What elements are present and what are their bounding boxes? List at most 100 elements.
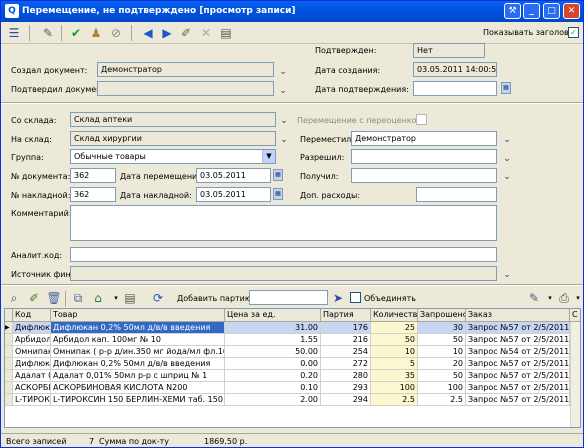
column-header[interactable]: Партия: [321, 309, 371, 322]
chevron-down-icon[interactable]: ⌄: [277, 67, 289, 77]
column-header[interactable]: Количество: [371, 309, 418, 322]
row-marker[interactable]: ▶: [5, 322, 13, 334]
table-cell[interactable]: 50: [418, 334, 466, 346]
brush-icon[interactable]: ✐: [177, 24, 195, 42]
chevron-down-icon[interactable]: ⌄: [278, 116, 290, 126]
trash-icon[interactable]: 🗑: [45, 289, 63, 307]
table-cell[interactable]: 2.5: [418, 394, 466, 406]
table-cell[interactable]: 20: [418, 358, 466, 370]
minimize-button[interactable]: _: [523, 3, 540, 19]
document-icon[interactable]: ▤: [121, 289, 139, 307]
row-marker[interactable]: [5, 358, 13, 370]
table-cell[interactable]: Арбидол: [13, 334, 51, 346]
arrow-right-icon[interactable]: ▶: [158, 24, 176, 42]
row-marker[interactable]: [5, 370, 13, 382]
copy-icon[interactable]: ⧉: [69, 289, 87, 307]
column-header[interactable]: С: [570, 309, 580, 322]
table-cell[interactable]: Омнипак ( р-р д/ин.350 мг йода/мл фл.100…: [51, 346, 225, 358]
table-cell[interactable]: Запрос №54 от 2/5/2011: [466, 346, 570, 358]
table-cell[interactable]: L-ТИРОКСИН 150 БЕРЛИН-ХЕМИ таб. 150 мкг: [51, 394, 225, 406]
add-batch-field[interactable]: [249, 290, 328, 305]
table-cell[interactable]: 100: [418, 382, 466, 394]
revalue-checkbox[interactable]: [416, 114, 427, 125]
home-icon[interactable]: ⌂: [89, 289, 107, 307]
doc-delete-icon[interactable]: ▤: [217, 24, 235, 42]
table-cell[interactable]: АСКОРБИНОВАЯ КИСЛОТА N200: [51, 382, 225, 394]
moved-by-field[interactable]: Демонстратор: [351, 131, 497, 146]
table-cell[interactable]: 10: [371, 346, 418, 358]
comment-field[interactable]: [70, 205, 497, 241]
table-cell[interactable]: Дифлюкан: [13, 358, 51, 370]
column-header[interactable]: Цена за ед.: [225, 309, 321, 322]
table-cell[interactable]: 50.00: [225, 346, 321, 358]
table-cell[interactable]: 272: [321, 358, 371, 370]
table-cell[interactable]: Дифлюкан 0,2% 50мл д/в/в введения: [51, 322, 225, 334]
received-field[interactable]: [351, 168, 497, 183]
check-icon[interactable]: ✔: [67, 24, 85, 42]
table-cell[interactable]: Арбидол кап. 100мг № 10: [51, 334, 225, 346]
table-cell[interactable]: 10: [418, 346, 466, 358]
vertical-scrollbar[interactable]: [570, 322, 580, 427]
table-cell[interactable]: 216: [321, 334, 371, 346]
table-cell[interactable]: 35: [371, 370, 418, 382]
table-cell[interactable]: Запрос №57 от 2/5/2011: [466, 370, 570, 382]
column-header[interactable]: Запрошено: [418, 309, 466, 322]
chevron-down-icon[interactable]: ⌄: [501, 154, 513, 164]
table-cell[interactable]: Адалат 0,01% 50мл р-р с шприц № 1: [51, 370, 225, 382]
delete-icon[interactable]: ✕: [197, 24, 215, 42]
row-marker[interactable]: [5, 394, 13, 406]
table-cell[interactable]: 280: [321, 370, 371, 382]
move-date-field[interactable]: 03.05.2011: [196, 168, 271, 183]
row-marker[interactable]: [5, 382, 13, 394]
tools-button[interactable]: ⚒: [504, 3, 521, 19]
dropdown-arrow-icon[interactable]: ▾: [569, 289, 583, 307]
analytic-code-field[interactable]: [70, 247, 497, 262]
maximize-button[interactable]: □: [543, 3, 560, 19]
menu-icon[interactable]: ☰: [5, 24, 23, 42]
disabled-icon[interactable]: ⊘: [107, 24, 125, 42]
calendar-icon[interactable]: ▦: [273, 169, 283, 181]
table-cell[interactable]: АСКОРБИ: [13, 382, 51, 394]
table-cell[interactable]: Дифлюкан 0,2% 50мл д/в/в введения: [51, 358, 225, 370]
calendar-icon[interactable]: ▦: [501, 82, 511, 94]
stamp-icon[interactable]: ♟: [87, 24, 105, 42]
chevron-down-icon[interactable]: ⌄: [277, 86, 289, 96]
chevron-down-icon[interactable]: ⌄: [501, 135, 513, 145]
table-cell[interactable]: Запрос №57 от 2/5/2011: [466, 394, 570, 406]
invoice-date-field[interactable]: 03.05.2011: [196, 187, 271, 202]
merge-checkbox[interactable]: [350, 292, 361, 303]
table-cell[interactable]: 100: [371, 382, 418, 394]
table-cell[interactable]: 30: [418, 322, 466, 334]
close-button[interactable]: ✕: [563, 3, 580, 19]
brush-icon[interactable]: ✐: [25, 289, 43, 307]
table-cell[interactable]: 2.5: [371, 394, 418, 406]
arrow-left-icon[interactable]: ◀: [139, 24, 157, 42]
extra-costs-field[interactable]: [416, 187, 497, 202]
search-icon[interactable]: ⌕: [5, 289, 23, 307]
invoice-number-field[interactable]: 362: [70, 187, 116, 202]
dropdown-arrow-icon[interactable]: ▼: [262, 150, 275, 163]
table-cell[interactable]: 50: [371, 334, 418, 346]
refresh-icon[interactable]: ⟳: [149, 289, 167, 307]
table-cell[interactable]: 25: [371, 322, 418, 334]
table-cell[interactable]: Запрос №57 от 2/5/2011: [466, 358, 570, 370]
table-cell[interactable]: Запрос №57 от 2/5/2011: [466, 322, 570, 334]
confirm-date-field[interactable]: [413, 81, 497, 96]
table-cell[interactable]: 50: [418, 370, 466, 382]
calendar-icon[interactable]: ▦: [273, 188, 283, 200]
table-cell[interactable]: Омнипак: [13, 346, 51, 358]
table-cell[interactable]: 293: [321, 382, 371, 394]
row-marker[interactable]: [5, 346, 13, 358]
table-cell[interactable]: 5: [371, 358, 418, 370]
chevron-down-icon[interactable]: ⌄: [278, 135, 290, 145]
chevron-down-icon[interactable]: ⌄: [501, 172, 513, 182]
doc-number-field[interactable]: 362: [70, 168, 116, 183]
table-cell[interactable]: 176: [321, 322, 371, 334]
table-cell[interactable]: 0.00: [225, 358, 321, 370]
row-marker[interactable]: [5, 334, 13, 346]
show-title-checkbox[interactable]: ✓: [568, 27, 579, 38]
table-cell[interactable]: 0.20: [225, 370, 321, 382]
group-select[interactable]: Обычные товары ▼: [70, 149, 276, 164]
pin-icon[interactable]: ➤: [329, 289, 347, 307]
allowed-field[interactable]: [351, 149, 497, 164]
